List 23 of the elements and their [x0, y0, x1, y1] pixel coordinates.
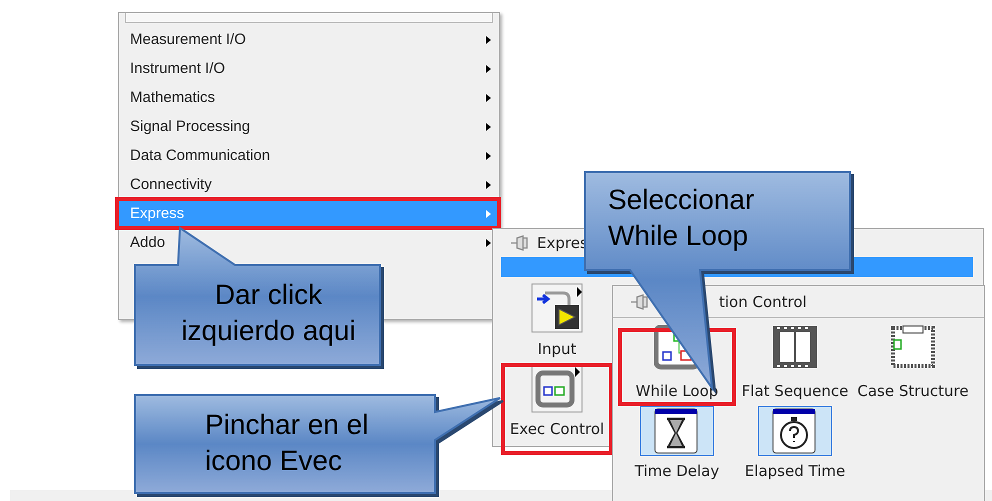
- hourglass-icon: [654, 408, 700, 454]
- callout-text: Seleccionar While Loop: [608, 183, 756, 253]
- film-frame-icon: [772, 325, 818, 371]
- menu-item[interactable]: Measurement I/O: [119, 25, 499, 54]
- callout-text: Dar click izquierdo aqui: [180, 278, 357, 348]
- palette-title: tion Control: [719, 292, 807, 310]
- menu-item[interactable]: Mathematics: [119, 83, 499, 112]
- palette-item[interactable]: Input: [501, 281, 613, 363]
- callout-text: Pinchar en el icono Evec: [205, 408, 370, 478]
- menu-item[interactable]: Addo: [119, 228, 499, 257]
- pin-icon: [509, 234, 529, 252]
- pin-icon: [629, 292, 649, 310]
- menu-item[interactable]: Instrument I/O: [119, 54, 499, 83]
- menu-item[interactable]: Data Communication: [119, 141, 499, 170]
- stopwatch-icon: [772, 408, 818, 454]
- palette-item[interactable]: Time Delay: [618, 406, 736, 484]
- case-frame-icon: [890, 325, 936, 371]
- palette-item[interactable]: Elapsed Time: [736, 406, 854, 484]
- menu-item[interactable]: Signal Processing: [119, 112, 499, 141]
- menu-item[interactable]: Connectivity: [119, 170, 499, 199]
- palette-item[interactable]: Case Structure: [854, 328, 972, 406]
- palette-item[interactable]: Flat Sequence: [736, 328, 854, 406]
- input-vi-icon: [531, 283, 583, 333]
